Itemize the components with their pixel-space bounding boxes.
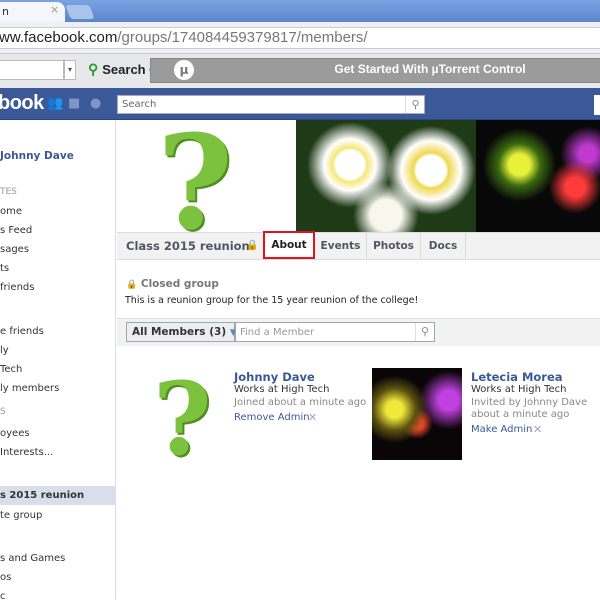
member-name[interactable]: Letecia Morea <box>471 370 563 384</box>
sidebar-item-class-2015-reunion[interactable]: s 2015 reunion <box>0 486 116 505</box>
sidebar-item-close-friends[interactable]: e friends <box>0 322 116 341</box>
messages-icon[interactable]: ■ <box>68 97 82 111</box>
sidebar-item-messages[interactable]: sages <box>0 240 116 259</box>
lock-icon: 🔒 <box>126 280 138 290</box>
sidebar-item-family[interactable]: ly <box>0 341 116 360</box>
toolbar-search-input[interactable] <box>0 60 64 80</box>
notifications-globe-icon[interactable]: ● <box>90 97 104 111</box>
search-label: Search <box>102 62 146 77</box>
facebook-search-input[interactable]: Search <box>117 95 425 114</box>
left-sidebar: Johnny Dave TES ome s Feed sages ts frie… <box>0 120 116 602</box>
toolbar-search-button[interactable]: ⚲Search ▾ <box>88 61 154 78</box>
header-right-element[interactable] <box>594 95 600 115</box>
sidebar-item-news-feed[interactable]: s Feed <box>0 221 116 240</box>
sidebar-item-more[interactable]: c <box>0 587 116 606</box>
sidebar-item-interests[interactable]: Interests... <box>0 443 116 462</box>
cover-photo-stars[interactable] <box>476 120 600 232</box>
find-member-input[interactable]: Find a Member <box>235 322 435 342</box>
member-photo[interactable] <box>372 368 462 460</box>
member-status: Invited by Johnny Dave <box>471 397 588 408</box>
member-count: (3) <box>209 326 227 338</box>
member-work: Works at High Tech <box>471 384 567 395</box>
search-icon[interactable]: ⚲ <box>405 96 425 113</box>
tab-events[interactable]: Events <box>315 233 367 259</box>
member-status: Joined about a minute ago <box>234 397 367 408</box>
tab-docs[interactable]: Docs <box>421 233 466 259</box>
make-admin-link[interactable]: Make Admin <box>471 424 532 435</box>
question-mark-image: ? <box>153 368 212 460</box>
close-tab-icon[interactable]: × <box>50 3 59 16</box>
chevron-down-icon[interactable]: ▾ <box>64 60 76 80</box>
sidebar-item-events[interactable]: ts <box>0 259 116 278</box>
tab-title: n <box>2 5 9 18</box>
search-icon[interactable]: ⚲ <box>415 323 434 341</box>
new-tab-button[interactable] <box>65 5 95 19</box>
utorrent-text[interactable]: Get Started With µTorrent Control <box>300 62 560 76</box>
member-work: Works at High Tech <box>234 384 330 395</box>
search-icon: ⚲ <box>88 61 99 77</box>
sidebar-heading-favorites: TES <box>0 187 17 197</box>
sidebar-item-apps-and-games[interactable]: s and Games <box>0 549 116 568</box>
sidebar-profile-link[interactable]: Johnny Dave <box>0 147 116 166</box>
member-status-time: about a minute ago <box>471 409 570 420</box>
sidebar-item-photos[interactable]: os <box>0 568 116 587</box>
member-name[interactable]: Johnny Dave <box>234 370 315 384</box>
remove-member-icon[interactable]: ✕ <box>533 423 542 436</box>
sidebar-heading-pages: S <box>0 407 6 417</box>
facebook-logo[interactable]: book <box>0 92 44 115</box>
privacy-label: 🔒 Closed group <box>126 278 219 290</box>
sidebar-item-find-friends[interactable]: friends <box>0 278 116 297</box>
group-description: This is a reunion group for the 15 year … <box>125 295 419 306</box>
tab-photos[interactable]: Photos <box>367 233 421 259</box>
lock-icon: 🔒 <box>246 240 259 251</box>
cover-photo-flowers[interactable] <box>296 120 476 232</box>
url-path: /groups/174084459379817/members/ <box>117 29 368 46</box>
remove-member-icon[interactable]: ✕ <box>308 411 317 424</box>
filter-label: All Members <box>132 326 206 338</box>
remove-admin-link[interactable]: Remove Admin <box>234 412 310 423</box>
all-members-dropdown[interactable]: All Members (3) ▼ <box>126 322 237 342</box>
sidebar-item-home[interactable]: ome <box>0 202 116 221</box>
url-host: ww.facebook.com <box>0 29 118 46</box>
sidebar-item-employees[interactable]: oyees <box>0 424 116 443</box>
url-field[interactable]: ww.facebook.com/groups/174084459379817/m… <box>0 27 600 49</box>
sidebar-item-create-group[interactable]: te group <box>0 506 116 525</box>
utorrent-logo-icon: µ <box>174 60 194 80</box>
sidebar-item-high-tech[interactable]: Tech <box>0 360 116 379</box>
privacy-text: Closed group <box>140 278 219 290</box>
cover-photo-question-mark[interactable]: ? <box>117 120 296 232</box>
tab-about[interactable]: About <box>263 231 315 259</box>
sidebar-item-family-members[interactable]: ly members <box>0 379 116 398</box>
member-photo[interactable]: ? <box>135 368 225 460</box>
question-mark-image: ? <box>157 120 234 232</box>
friend-requests-icon[interactable]: 👥 <box>47 97 63 111</box>
group-name[interactable]: Class 2015 reunion <box>126 239 250 253</box>
